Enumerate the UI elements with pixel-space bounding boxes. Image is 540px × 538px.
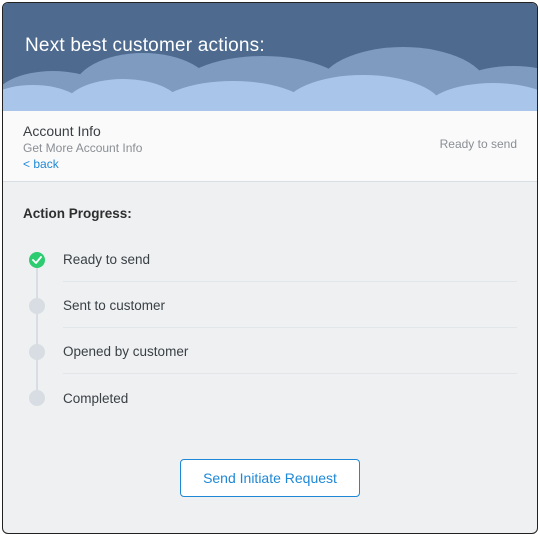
status-text: Ready to send: [440, 137, 517, 151]
info-left: Account Info Get More Account Info < bac…: [23, 123, 142, 171]
progress-step: Completed: [29, 375, 517, 421]
info-subtitle: Get More Account Info: [23, 141, 142, 155]
header-title: Next best customer actions:: [3, 3, 537, 57]
back-link[interactable]: < back: [23, 157, 142, 171]
info-bar: Account Info Get More Account Info < bac…: [3, 111, 537, 182]
progress-step: Sent to customer: [29, 283, 517, 329]
progress-section-title: Action Progress:: [23, 206, 517, 221]
progress-steps: Ready to send Sent to customer Opened by…: [29, 237, 517, 421]
step-dot-icon: [29, 298, 45, 314]
body: Action Progress: Ready to send Sent to c…: [3, 182, 537, 533]
step-label: Sent to customer: [63, 284, 517, 328]
progress-step: Opened by customer: [29, 329, 517, 375]
checkmark-icon: [29, 252, 45, 268]
step-dot-icon: [29, 344, 45, 360]
send-initiate-request-button[interactable]: Send Initiate Request: [180, 459, 360, 497]
step-label: Opened by customer: [63, 330, 517, 374]
info-title: Account Info: [23, 123, 142, 139]
step-label: Ready to send: [63, 238, 517, 282]
step-dot-icon: [29, 390, 45, 406]
header: Next best customer actions:: [3, 3, 537, 111]
action-area: Send Initiate Request: [23, 439, 517, 513]
widget-card: Next best customer actions: Account Info…: [2, 2, 538, 534]
step-label: Completed: [63, 377, 517, 420]
progress-step: Ready to send: [29, 237, 517, 283]
